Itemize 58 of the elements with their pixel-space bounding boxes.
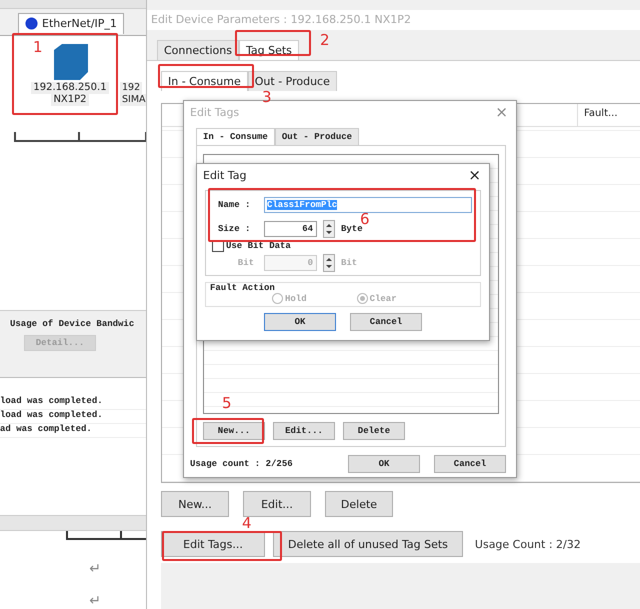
step-number: 3 (262, 90, 272, 105)
dialog-title: Edit Tag (203, 168, 246, 182)
spinner-icon[interactable] (323, 220, 335, 238)
network-tab[interactable]: EtherNet/IP_1 (18, 12, 124, 34)
step-number: 6 (360, 212, 370, 227)
network-tab-label: EtherNet/IP_1 (42, 17, 117, 30)
dialog-title: Edit Tags (190, 106, 240, 118)
tag-button[interactable]: Edit... (273, 422, 335, 440)
cancel-button[interactable]: Cancel (350, 313, 422, 331)
ok-button[interactable]: OK (264, 313, 336, 331)
bit-unit: Bit (341, 258, 358, 268)
usage-count: Usage count : 2/256 (190, 459, 294, 469)
highlight-frame (192, 418, 264, 444)
step-number: 5 (222, 396, 232, 411)
spinner-icon[interactable] (323, 254, 335, 272)
device-model: NX1P2 (51, 94, 89, 106)
step-number: 1 (33, 40, 43, 55)
tag-button[interactable]: Delete (343, 422, 405, 440)
name-label: Name : (218, 200, 252, 210)
log-line: ad was completed. (0, 424, 146, 438)
device-ip: 192 (120, 82, 142, 94)
step-number: 4 (242, 516, 252, 531)
scrollbar[interactable] (0, 515, 146, 531)
tag-set-button[interactable]: Edit... (243, 491, 311, 517)
tab[interactable]: Connections (157, 40, 239, 60)
checkbox-label: Use Bit Data (226, 241, 291, 251)
radio-label: Clear (370, 294, 397, 304)
usage-count: Usage Count : 2/32 (474, 538, 581, 550)
step-number: 2 (320, 33, 330, 48)
tab[interactable]: In - Consume (196, 128, 275, 145)
tag-set-button[interactable]: Delete (325, 491, 393, 517)
radio-label: Hold (285, 294, 307, 304)
tab[interactable]: Out - Produce (274, 128, 360, 145)
tag-button[interactable]: New... (203, 422, 265, 440)
tag-set-button[interactable]: New... (161, 491, 229, 517)
device-model: SIMA (120, 94, 146, 106)
cancel-button[interactable]: Cancel (434, 455, 506, 473)
size-unit: Byte (341, 224, 363, 234)
group-title: Fault Action (210, 283, 275, 293)
globe-icon (25, 17, 38, 30)
device-ip: 192.168.250.1 (31, 82, 109, 94)
delete-unused-button[interactable]: Delete all of unused Tag Sets (273, 531, 463, 557)
paragraph-mark: ↵ (89, 561, 101, 577)
column-header: Fault... (577, 104, 640, 126)
edit-tags-button[interactable]: Edit Tags... (161, 531, 265, 557)
log-line: load was completed. (0, 410, 146, 424)
bandwidth-label: Usage of Device Bandwic (10, 319, 136, 330)
bit-label: Bit (236, 258, 255, 268)
ok-button[interactable]: OK (348, 455, 420, 473)
size-label: Size : (218, 224, 252, 234)
subtab[interactable]: Out - Produce (248, 71, 337, 91)
log-line: load was completed. (0, 396, 146, 410)
dialog-title: Edit Device Parameters : 192.168.250.1 NX1P2 (147, 10, 640, 30)
close-button[interactable]: × (495, 103, 508, 121)
subtab[interactable]: In - Consume (161, 71, 248, 91)
size-field[interactable]: 64 (264, 221, 317, 237)
paragraph-mark: ↵ (89, 593, 101, 609)
close-button[interactable]: × (468, 166, 481, 184)
